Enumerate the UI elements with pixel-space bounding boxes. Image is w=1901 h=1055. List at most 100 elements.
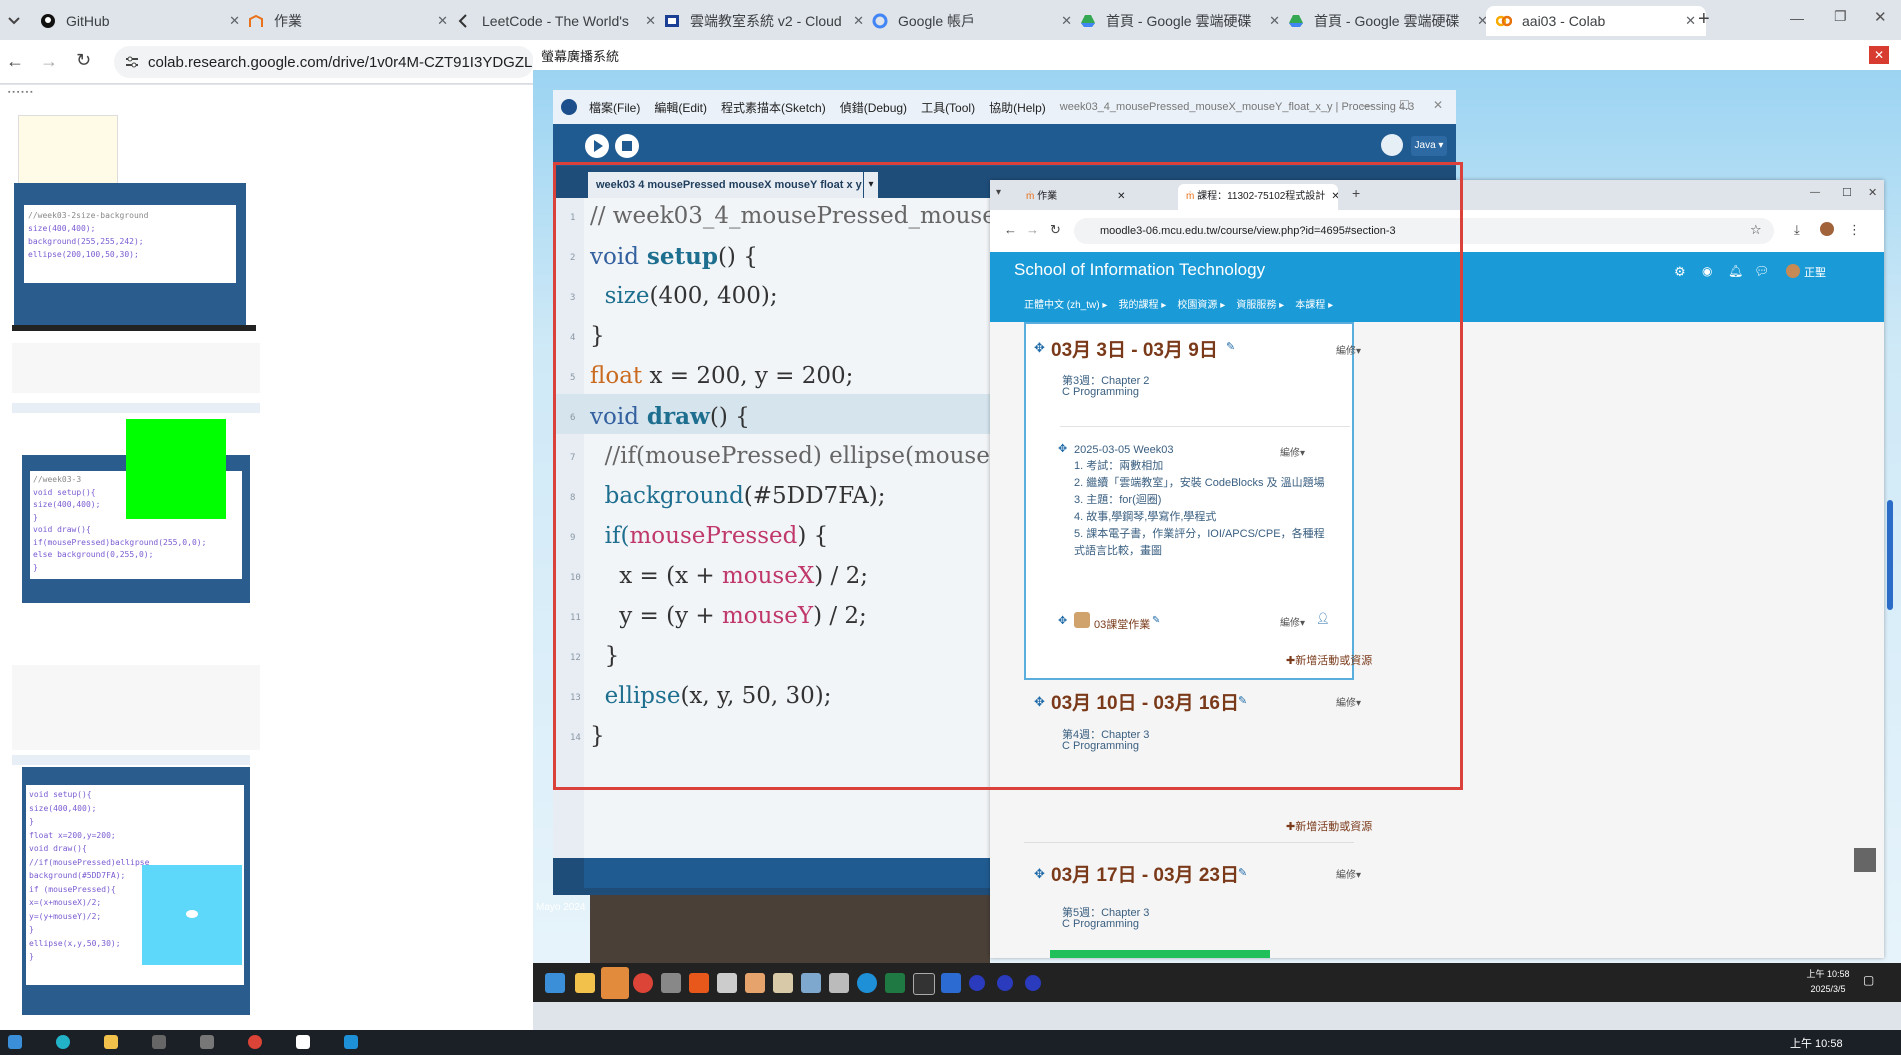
screen-broadcast-titlebar: 螢幕廣播系統 ✕ xyxy=(533,40,1901,70)
more-icon[interactable]: ⋮ xyxy=(1848,222,1861,238)
scrollbar-thumb[interactable] xyxy=(1887,500,1893,610)
app-icon[interactable] xyxy=(969,975,985,991)
app-icon[interactable] xyxy=(344,1035,358,1049)
app-icon[interactable] xyxy=(801,973,821,993)
stop-button[interactable] xyxy=(615,134,639,158)
processing-menu-bar: 檔案(File) 編輯(Edit) 程式素描本(Sketch) 偵錯(Debug… xyxy=(553,90,1456,124)
thumb-line: else background(0,255,0); xyxy=(33,550,154,559)
address-bar[interactable]: colab.research.google.com/drive/1v0r4M-C… xyxy=(114,46,534,78)
start-icon[interactable] xyxy=(8,1035,22,1049)
thumb-line: void setup(){ xyxy=(29,790,92,799)
restore-icon[interactable]: ❐ xyxy=(1834,8,1847,25)
app-icon[interactable] xyxy=(773,973,793,993)
pencil-icon[interactable]: ✎ xyxy=(1238,866,1247,879)
menu-tool[interactable]: 工具(Tool) xyxy=(921,99,975,116)
thumbnail-code-3[interactable]: void setup(){ size(400,400); } float x=2… xyxy=(22,767,250,1015)
gear-icon[interactable] xyxy=(661,973,681,993)
tab-colab[interactable]: aai03 - Colab ✕ xyxy=(1486,6,1706,36)
user-name[interactable]: 正聖 xyxy=(1804,264,1826,280)
processing-console-bar xyxy=(584,858,990,888)
notification-icon[interactable]: ▢ xyxy=(1863,973,1874,987)
tab-list-icon[interactable] xyxy=(4,10,24,30)
profile-avatar[interactable] xyxy=(1820,222,1834,236)
week-title[interactable]: 03月 17日 - 03月 23日 xyxy=(1051,860,1239,887)
minimize-icon[interactable]: — xyxy=(1810,187,1820,198)
folder-icon[interactable] xyxy=(575,973,595,993)
window-close-icon[interactable]: ✕ xyxy=(1433,98,1443,112)
edge-icon[interactable] xyxy=(857,973,877,993)
new-tab-icon[interactable]: + xyxy=(1698,8,1710,31)
minimize-icon[interactable]: — xyxy=(1790,10,1804,26)
desktop-label: Mayo 2024 xyxy=(536,902,586,913)
restore-icon[interactable]: ☐ xyxy=(1842,186,1852,199)
processing-icon[interactable] xyxy=(941,973,961,993)
menu-sketch[interactable]: 程式素描本(Sketch) xyxy=(721,99,826,116)
thumb-line: if(mousePressed)background(255,0,0); xyxy=(33,537,207,547)
menu-file[interactable]: 檔案(File) xyxy=(589,99,640,116)
tab-homework[interactable]: 作業 ✕ xyxy=(238,6,458,36)
gear-icon[interactable]: ⚙ xyxy=(1674,264,1686,280)
app-icon[interactable] xyxy=(1025,975,1041,991)
tab-github[interactable]: GitHub ✕ xyxy=(30,6,250,36)
tab-drive-1[interactable]: 首頁 - Google 雲端硬碟 ✕ xyxy=(1070,6,1290,36)
colab-icon xyxy=(1496,13,1512,29)
avatar[interactable] xyxy=(1786,264,1800,278)
app-icon[interactable] xyxy=(56,1035,70,1049)
tab-leetcode[interactable]: LeetCode - The World's ✕ xyxy=(446,6,666,36)
thumbnail-code-1[interactable]: //week03-2size-background size(400,400);… xyxy=(14,183,246,328)
debug-icon[interactable] xyxy=(1381,134,1403,156)
thumb-line: size(400,400); xyxy=(29,803,97,813)
mode-label: Java xyxy=(1414,140,1436,151)
code-icon[interactable] xyxy=(913,973,935,995)
url-text: colab.research.google.com/drive/1v0r4M-C… xyxy=(148,53,533,71)
moodle-icon xyxy=(248,13,264,29)
excel-icon[interactable] xyxy=(885,973,905,993)
tab-label: 首頁 - Google 雲端硬碟 xyxy=(1314,13,1460,29)
app-icon[interactable] xyxy=(997,975,1013,991)
folder-icon[interactable] xyxy=(104,1035,118,1049)
photos-icon[interactable] xyxy=(829,973,849,993)
scroll-button[interactable] xyxy=(1854,848,1876,872)
chat-icon[interactable]: 💬︎ xyxy=(1754,264,1769,278)
chrome-icon[interactable] xyxy=(633,973,653,993)
app-icon[interactable] xyxy=(745,973,765,993)
thumb-line: } xyxy=(33,562,38,572)
thumb-line: float x=200,y=200; xyxy=(29,830,116,840)
edit-menu[interactable]: 編修▾ xyxy=(1336,866,1361,881)
app-icon[interactable] xyxy=(717,973,737,993)
restore-icon[interactable]: ☐ xyxy=(1399,98,1410,112)
bookmark-icon[interactable]: ☆ xyxy=(1750,222,1762,238)
notes-icon[interactable] xyxy=(601,967,629,999)
site-settings-icon[interactable] xyxy=(124,54,140,70)
tab-drive-2[interactable]: 首頁 - Google 雲端硬碟 ✕ xyxy=(1278,6,1498,36)
minimize-icon[interactable]: — xyxy=(1361,98,1373,112)
window-close-icon[interactable]: ✕ xyxy=(1874,8,1887,26)
thumb-browser-bar xyxy=(12,403,260,413)
mode-selector[interactable]: Java ▾ xyxy=(1411,136,1447,156)
app-icon[interactable] xyxy=(689,973,709,993)
tab-google-account[interactable]: Google 帳戶 ✕ xyxy=(862,6,1082,36)
app-icon[interactable] xyxy=(296,1035,310,1049)
forward-icon[interactable]: → xyxy=(40,51,58,72)
menu-help[interactable]: 協助(Help) xyxy=(989,99,1046,116)
app-icon[interactable] xyxy=(200,1035,214,1049)
window-close-icon[interactable]: ✕ xyxy=(1868,186,1877,199)
chrome-icon[interactable] xyxy=(248,1035,262,1049)
add-activity-link[interactable]: ✚新增活動或資源 xyxy=(1286,818,1372,834)
menu-debug[interactable]: 偵錯(Debug) xyxy=(840,99,907,116)
bell-icon[interactable]: 🔔︎ xyxy=(1728,264,1743,278)
start-icon[interactable] xyxy=(545,973,565,993)
back-icon[interactable]: ← xyxy=(6,51,24,72)
highlight-frame xyxy=(553,162,1463,790)
download-icon[interactable]: ⤓ xyxy=(1794,222,1800,238)
menu-edit[interactable]: 編輯(Edit) xyxy=(654,99,707,116)
move-icon[interactable]: ✥ xyxy=(1034,866,1045,882)
thumbnail-text-2 xyxy=(12,665,260,750)
broadcast-close-icon[interactable]: ✕ xyxy=(1869,46,1889,64)
run-button[interactable] xyxy=(585,134,609,158)
help-icon[interactable]: ◉ xyxy=(1702,264,1712,278)
tab-cloud-classroom[interactable]: 雲端教室系統 v2 - Cloud ✕ xyxy=(654,6,874,36)
close-icon[interactable]: ✕ xyxy=(1685,13,1696,29)
app-icon[interactable] xyxy=(152,1035,166,1049)
reload-icon[interactable]: ↻ xyxy=(76,50,91,71)
